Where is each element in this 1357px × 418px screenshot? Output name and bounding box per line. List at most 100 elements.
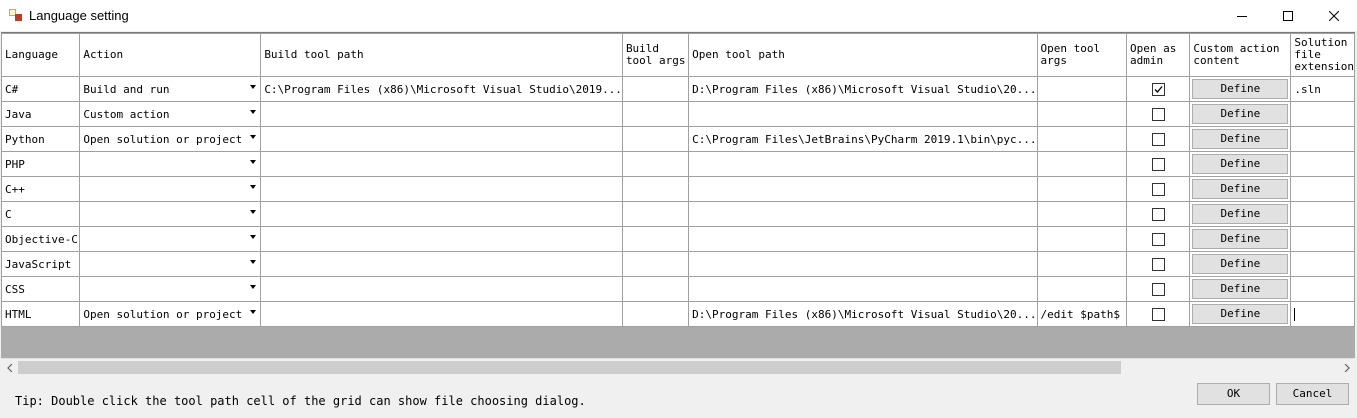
- cell-language[interactable]: Java: [1, 101, 81, 127]
- cell-open-tool-args[interactable]: [1036, 201, 1128, 227]
- cell-language[interactable]: C#: [1, 76, 81, 102]
- column-header-build-tool-args[interactable]: Build tool args: [621, 33, 690, 77]
- cell-open-tool-args[interactable]: [1036, 276, 1128, 302]
- admin-checkbox[interactable]: [1151, 232, 1165, 246]
- cell-open-tool-path[interactable]: [688, 176, 1038, 202]
- admin-checkbox[interactable]: [1151, 307, 1165, 321]
- dropdown-arrow-icon[interactable]: [250, 310, 257, 314]
- cell-action-combo[interactable]: [79, 276, 262, 302]
- horizontal-scrollbar[interactable]: [1, 358, 1355, 376]
- admin-checkbox[interactable]: [1151, 132, 1165, 146]
- define-button[interactable]: Define: [1192, 204, 1289, 224]
- cell-open-tool-args[interactable]: [1036, 101, 1128, 127]
- cell-build-tool-args[interactable]: [621, 276, 690, 302]
- dropdown-arrow-icon[interactable]: [250, 85, 257, 89]
- cell-language[interactable]: JavaScript: [1, 251, 81, 277]
- cell-build-tool-args[interactable]: [621, 226, 690, 252]
- cell-solution-extension[interactable]: [1290, 276, 1355, 302]
- cell-open-tool-path[interactable]: [688, 226, 1038, 252]
- cell-solution-extension[interactable]: [1290, 201, 1355, 227]
- admin-checkbox[interactable]: [1151, 82, 1165, 96]
- cell-language[interactable]: CSS: [1, 276, 81, 302]
- cell-open-tool-path[interactable]: [688, 276, 1038, 302]
- admin-checkbox[interactable]: [1151, 207, 1165, 221]
- cell-open-tool-args[interactable]: /edit $path$: [1036, 301, 1128, 327]
- cell-build-tool-args[interactable]: [621, 126, 690, 152]
- dropdown-arrow-icon[interactable]: [250, 285, 257, 289]
- column-header-solution-file-extension[interactable]: Solution file extension: [1290, 33, 1355, 77]
- dropdown-arrow-icon[interactable]: [250, 260, 257, 264]
- cell-build-tool-args[interactable]: [621, 76, 690, 102]
- cell-build-tool-args[interactable]: [621, 201, 690, 227]
- cell-open-tool-args[interactable]: [1036, 176, 1128, 202]
- cell-build-tool-args[interactable]: [621, 176, 690, 202]
- cell-solution-extension[interactable]: [1290, 151, 1355, 177]
- cell-build-tool-args[interactable]: [621, 101, 690, 127]
- cell-language[interactable]: C++: [1, 176, 81, 202]
- maximize-button[interactable]: [1265, 0, 1311, 31]
- scroll-right-button[interactable]: [1338, 359, 1355, 376]
- dropdown-arrow-icon[interactable]: [250, 210, 257, 214]
- cell-open-tool-path[interactable]: [688, 101, 1038, 127]
- define-button[interactable]: Define: [1192, 104, 1289, 124]
- column-header-build-tool-path[interactable]: Build tool path: [260, 33, 623, 77]
- cell-open-tool-path[interactable]: C:\Program Files\JetBrains\PyCharm 2019.…: [688, 126, 1038, 152]
- cell-action-combo[interactable]: [79, 226, 262, 252]
- cell-solution-extension[interactable]: [1290, 301, 1355, 327]
- cell-build-tool-path[interactable]: [260, 176, 623, 202]
- cell-open-tool-path[interactable]: D:\Program Files (x86)\Microsoft Visual …: [688, 301, 1038, 327]
- dropdown-arrow-icon[interactable]: [250, 185, 257, 189]
- cell-build-tool-path[interactable]: [260, 276, 623, 302]
- admin-checkbox[interactable]: [1151, 257, 1165, 271]
- admin-checkbox[interactable]: [1151, 282, 1165, 296]
- cell-solution-extension[interactable]: [1290, 126, 1355, 152]
- cell-solution-extension[interactable]: [1290, 251, 1355, 277]
- cell-action-combo[interactable]: [79, 251, 262, 277]
- close-button[interactable]: [1311, 0, 1357, 31]
- cell-language[interactable]: HTML: [1, 301, 81, 327]
- cell-language[interactable]: Objective-C: [1, 226, 81, 252]
- language-grid[interactable]: Language Action Build tool path Build to…: [1, 32, 1355, 375]
- cell-build-tool-path[interactable]: [260, 301, 623, 327]
- ok-button[interactable]: OK: [1197, 383, 1270, 405]
- cell-build-tool-path[interactable]: [260, 101, 623, 127]
- cell-action-combo[interactable]: [79, 151, 262, 177]
- cell-open-tool-args[interactable]: [1036, 226, 1128, 252]
- define-button[interactable]: Define: [1192, 279, 1289, 299]
- column-header-action[interactable]: Action: [79, 33, 262, 77]
- cell-open-tool-args[interactable]: [1036, 126, 1128, 152]
- cell-build-tool-path[interactable]: [260, 126, 623, 152]
- cell-open-tool-args[interactable]: [1036, 76, 1128, 102]
- cell-open-tool-args[interactable]: [1036, 251, 1128, 277]
- cell-language[interactable]: Python: [1, 126, 81, 152]
- cell-open-tool-path[interactable]: [688, 201, 1038, 227]
- cancel-button[interactable]: Cancel: [1276, 383, 1349, 405]
- cell-build-tool-args[interactable]: [621, 301, 690, 327]
- scrollbar-thumb[interactable]: [18, 361, 1121, 374]
- define-button[interactable]: Define: [1192, 154, 1289, 174]
- define-button[interactable]: Define: [1192, 79, 1289, 99]
- admin-checkbox[interactable]: [1151, 182, 1165, 196]
- minimize-button[interactable]: [1219, 0, 1265, 31]
- cell-language[interactable]: C: [1, 201, 81, 227]
- cell-action-combo[interactable]: Custom action: [79, 101, 262, 127]
- cell-action-combo[interactable]: [79, 176, 262, 202]
- scroll-left-button[interactable]: [1, 359, 18, 376]
- cell-action-combo[interactable]: Build and run: [79, 76, 262, 102]
- dropdown-arrow-icon[interactable]: [250, 135, 257, 139]
- define-button[interactable]: Define: [1192, 129, 1289, 149]
- admin-checkbox[interactable]: [1151, 157, 1165, 171]
- dropdown-arrow-icon[interactable]: [250, 160, 257, 164]
- cell-solution-extension[interactable]: [1290, 176, 1355, 202]
- cell-open-tool-path[interactable]: D:\Program Files (x86)\Microsoft Visual …: [688, 76, 1038, 102]
- dropdown-arrow-icon[interactable]: [250, 235, 257, 239]
- cell-build-tool-args[interactable]: [621, 251, 690, 277]
- cell-build-tool-args[interactable]: [621, 151, 690, 177]
- cell-build-tool-path[interactable]: [260, 201, 623, 227]
- cell-action-combo[interactable]: Open solution or project: [79, 301, 262, 327]
- cell-solution-extension[interactable]: .sln: [1290, 76, 1355, 102]
- cell-build-tool-path[interactable]: [260, 251, 623, 277]
- cell-build-tool-path[interactable]: C:\Program Files (x86)\Microsoft Visual …: [260, 76, 623, 102]
- cell-language[interactable]: PHP: [1, 151, 81, 177]
- cell-solution-extension[interactable]: [1290, 226, 1355, 252]
